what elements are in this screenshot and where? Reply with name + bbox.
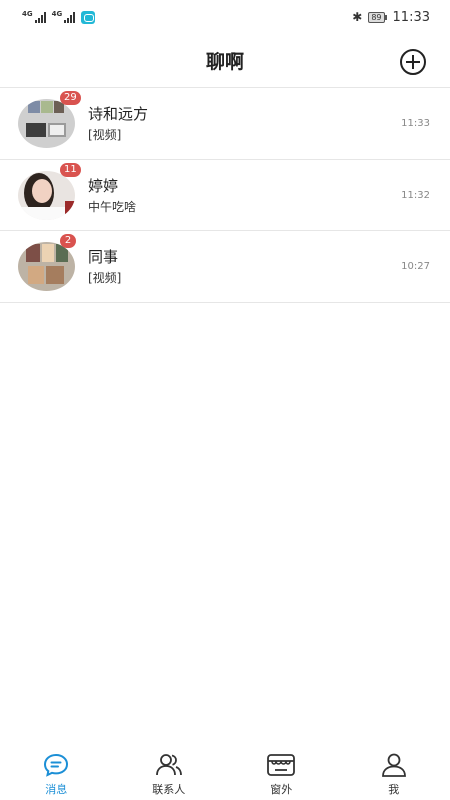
avatar bbox=[18, 99, 75, 148]
chat-time: 11:33 bbox=[401, 118, 430, 129]
nav-me[interactable]: 我 bbox=[338, 740, 450, 800]
chat-name: 诗和远方 bbox=[88, 105, 149, 123]
chat-list: 29 诗和远方 [视频] 11:33 11 婷婷 中午吃啥 11:32 2 同事… bbox=[0, 88, 450, 303]
chat-row-colleagues[interactable]: 2 同事 [视频] 10:27 bbox=[0, 231, 450, 303]
avatar bbox=[18, 242, 75, 291]
nav-label-contacts: 联系人 bbox=[152, 783, 186, 796]
signal-icon: 4G bbox=[22, 11, 46, 23]
unread-badge: 29 bbox=[60, 91, 81, 105]
chat-row-poetry[interactable]: 29 诗和远方 [视频] 11:33 bbox=[0, 88, 450, 160]
app-header: 聊啊 bbox=[0, 34, 450, 88]
status-bar: 4G 4G ✱ 89 11:33 bbox=[0, 0, 450, 34]
chat-preview: [视频] bbox=[88, 271, 122, 285]
user-icon bbox=[379, 752, 409, 778]
chat-preview: [视频] bbox=[88, 128, 122, 142]
chat-row-tingting[interactable]: 11 婷婷 中午吃啥 11:32 bbox=[0, 160, 450, 231]
network-type-2: 4G bbox=[51, 10, 63, 18]
battery-level: 89 bbox=[368, 11, 385, 23]
status-left: 4G 4G bbox=[22, 10, 96, 24]
chat-name: 同事 bbox=[88, 248, 119, 266]
unread-badge: 11 bbox=[60, 162, 81, 177]
message-app-icon bbox=[81, 10, 96, 24]
bottom-nav: 消息 联系人 窗外 我 bbox=[0, 740, 450, 800]
status-right: ✱ 89 11:33 bbox=[352, 10, 430, 25]
storefront-icon bbox=[266, 752, 296, 778]
signal-icon-2: 4G bbox=[52, 11, 76, 23]
chat-time: 10:27 bbox=[401, 261, 430, 272]
chat-name: 婷婷 bbox=[88, 176, 119, 195]
avatar bbox=[18, 170, 75, 220]
unread-badge: 2 bbox=[60, 234, 76, 248]
nav-label-messages: 消息 bbox=[45, 783, 68, 796]
network-type-1: 4G bbox=[22, 10, 33, 18]
bluetooth-icon: ✱ bbox=[352, 10, 363, 24]
nav-window[interactable]: 窗外 bbox=[225, 740, 338, 800]
contacts-icon bbox=[154, 752, 184, 778]
nav-messages[interactable]: 消息 bbox=[0, 740, 113, 800]
nav-label-me: 我 bbox=[388, 783, 400, 796]
nav-label-window: 窗外 bbox=[270, 783, 293, 796]
page-title: 聊啊 bbox=[205, 51, 244, 73]
status-time: 11:33 bbox=[392, 9, 430, 25]
message-bubble-icon bbox=[41, 752, 71, 778]
chat-preview: 中午吃啥 bbox=[88, 199, 137, 214]
nav-contacts[interactable]: 联系人 bbox=[113, 740, 226, 800]
add-button[interactable] bbox=[400, 49, 426, 75]
chat-time: 11:32 bbox=[401, 189, 430, 201]
battery-icon: 89 bbox=[368, 11, 387, 23]
